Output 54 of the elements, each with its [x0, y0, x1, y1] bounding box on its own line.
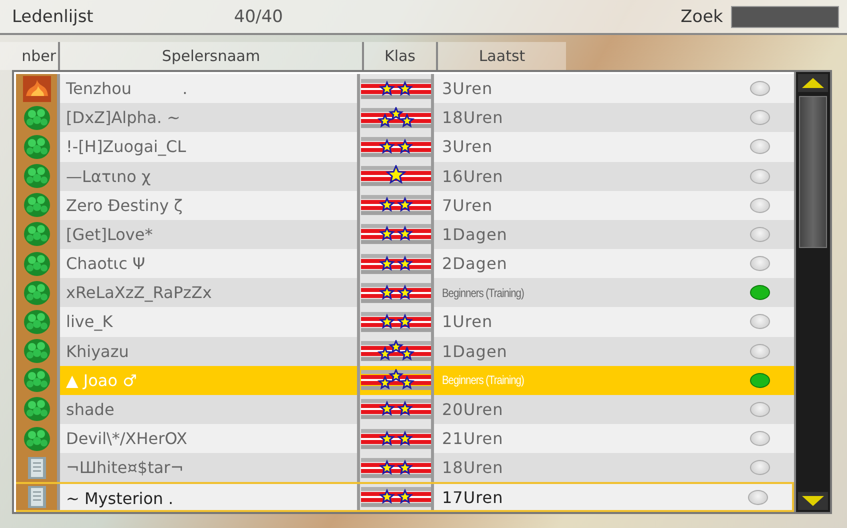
turtle-shell-icon	[22, 250, 50, 277]
last-seen: 18Uren	[442, 108, 504, 128]
turtle-shell-icon	[22, 104, 50, 131]
scrollbar[interactable]	[794, 72, 830, 512]
turtle-shell-icon	[22, 221, 50, 248]
member-count: 40/40	[234, 6, 284, 26]
scroll-up-icon[interactable]	[798, 74, 828, 92]
last-seen: Beginners (Training)	[442, 373, 525, 388]
member-row[interactable]: Khiyazu 1Dagen	[16, 336, 794, 366]
column-header[interactable]: Spelersnaam	[58, 42, 362, 70]
scroll-down-icon[interactable]	[798, 492, 828, 510]
turtle-shell-icon	[22, 338, 50, 364]
turtle-shell-icon	[22, 426, 50, 452]
member-row[interactable]: [DxZ]Alpha. ~ 18Uren	[16, 103, 794, 132]
flame-icon	[22, 76, 50, 102]
member-row[interactable]: live_K 1Uren	[16, 307, 794, 337]
last-seen: 3Uren	[442, 137, 494, 156]
member-row[interactable]: —Lατιno χ 16Uren	[16, 162, 794, 191]
turtle-shell-icon	[22, 308, 50, 335]
turtle-shell-icon	[22, 396, 50, 422]
turtle-shell-icon	[22, 367, 50, 394]
column-header[interactable]: Laatst	[436, 42, 566, 70]
turtle-shell-icon	[22, 134, 50, 160]
member-row[interactable]: Tenzhou . 3Uren	[16, 74, 794, 104]
last-seen: Beginners (Training)	[442, 286, 525, 300]
last-seen: 3Uren	[442, 79, 494, 98]
search-field[interactable]	[731, 6, 839, 28]
member-row[interactable]: ~ Mysterion . 17Uren	[16, 482, 794, 512]
member-row[interactable]: Devil\*/XHerOX 21Uren	[16, 424, 794, 454]
last-seen: 20Uren	[442, 400, 504, 419]
member-row[interactable]: [Get]Love* 1Dagen	[16, 220, 794, 250]
last-seen: 16Uren	[442, 166, 504, 186]
member-row[interactable]: !-[H]Zuogai_CL 3Uren	[16, 132, 794, 162]
last-seen: 21Uren	[442, 429, 504, 448]
last-seen: 18Uren	[442, 458, 504, 478]
last-seen: 17Uren	[442, 488, 504, 507]
column-header[interactable]: nber	[0, 42, 58, 70]
last-seen: 1Dagen	[442, 224, 508, 244]
member-row[interactable]: xReLaXzZ_RaPzZx Beginners (Training)	[16, 278, 794, 308]
turtle-shell-icon	[22, 163, 50, 190]
member-row[interactable]: Chaotιc Ψ 2Dagen	[16, 249, 794, 278]
last-seen: 2Dagen	[442, 254, 508, 274]
turtle-shell-icon	[22, 192, 50, 218]
last-seen: 7Uren	[442, 196, 494, 215]
member-row[interactable]: shade 20Uren	[16, 394, 794, 424]
list-title: Ledenlijst	[12, 6, 94, 26]
member-row[interactable]: Zero Ðestiny ζ 7Uren	[16, 190, 794, 220]
member-row[interactable]: ¬Шhite¤$tar¬ 18Uren	[16, 453, 794, 482]
column-header[interactable]: Klas	[362, 42, 436, 70]
last-seen: 1Dagen	[442, 342, 508, 361]
scroll-thumb[interactable]	[799, 96, 827, 248]
turtle-shell-icon	[22, 280, 50, 306]
search-label: Zoek	[680, 6, 723, 26]
last-seen: 1Uren	[442, 312, 494, 332]
